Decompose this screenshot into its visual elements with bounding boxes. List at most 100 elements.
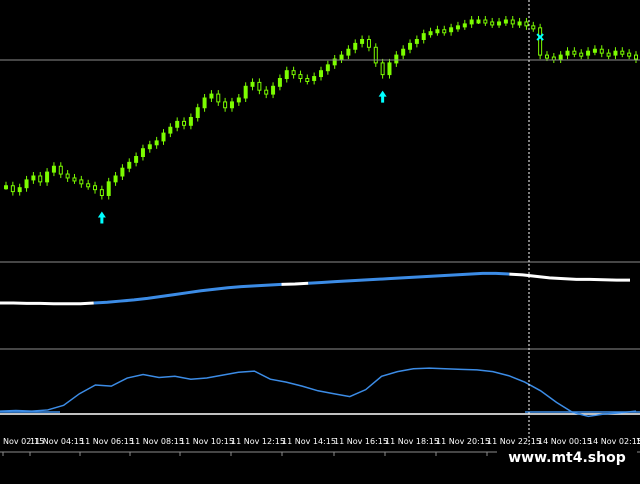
price-pane[interactable] bbox=[4, 16, 638, 200]
candle[interactable] bbox=[634, 54, 638, 60]
candle[interactable] bbox=[592, 48, 597, 53]
candle[interactable] bbox=[599, 48, 604, 54]
candle[interactable] bbox=[319, 70, 323, 78]
candle[interactable] bbox=[51, 165, 56, 173]
chart-canvas[interactable]: Nov 02:1511 Nov 04:1511 Nov 06:1511 Nov … bbox=[0, 0, 640, 480]
candle[interactable] bbox=[414, 39, 419, 44]
candle[interactable] bbox=[435, 29, 440, 34]
candle[interactable] bbox=[161, 132, 166, 142]
candle[interactable] bbox=[408, 42, 413, 50]
candle[interactable] bbox=[236, 97, 241, 103]
candle[interactable] bbox=[168, 126, 173, 134]
candle[interactable] bbox=[558, 54, 563, 60]
candle[interactable] bbox=[229, 101, 234, 109]
ma-line-white bbox=[281, 281, 309, 286]
candle[interactable] bbox=[264, 89, 269, 95]
candle[interactable] bbox=[188, 117, 193, 126]
candle[interactable] bbox=[147, 144, 152, 150]
candle[interactable] bbox=[544, 54, 549, 59]
candle[interactable] bbox=[462, 23, 467, 28]
indicator-pane-ma[interactable] bbox=[0, 271, 630, 306]
candle[interactable] bbox=[606, 52, 611, 57]
candle[interactable] bbox=[31, 175, 36, 181]
candle[interactable] bbox=[469, 19, 474, 25]
candle[interactable] bbox=[120, 167, 125, 177]
candle[interactable] bbox=[503, 19, 508, 24]
candle[interactable] bbox=[113, 175, 118, 183]
candle[interactable] bbox=[531, 25, 536, 30]
trading-chart[interactable]: Nov 02:15 11 Nov 04:15 11 Nov 06:15 11 Nov … bbox=[0, 0, 640, 480]
candle[interactable] bbox=[538, 27, 543, 56]
candle[interactable] bbox=[10, 185, 15, 193]
candle[interactable] bbox=[182, 120, 187, 126]
candle[interactable] bbox=[65, 173, 70, 179]
candle[interactable] bbox=[17, 187, 22, 193]
candle[interactable] bbox=[346, 48, 351, 56]
candle[interactable] bbox=[216, 93, 221, 103]
candle[interactable] bbox=[455, 25, 460, 30]
candle[interactable] bbox=[312, 76, 317, 81]
time-axis-label: 11 Nov 16:15 bbox=[334, 437, 388, 446]
candle[interactable] bbox=[497, 21, 502, 26]
candle[interactable] bbox=[175, 120, 180, 128]
candle[interactable] bbox=[106, 181, 111, 197]
candle[interactable] bbox=[223, 101, 228, 109]
candle[interactable] bbox=[572, 50, 577, 55]
candle[interactable] bbox=[257, 81, 262, 91]
candle[interactable] bbox=[305, 78, 310, 82]
candle[interactable] bbox=[490, 21, 495, 26]
candle[interactable] bbox=[127, 161, 132, 169]
candle[interactable] bbox=[209, 93, 214, 99]
candle[interactable] bbox=[154, 140, 159, 146]
candle[interactable] bbox=[271, 85, 276, 95]
candle[interactable] bbox=[4, 185, 8, 190]
candle[interactable] bbox=[483, 19, 488, 24]
candle[interactable] bbox=[195, 107, 200, 118]
candle[interactable] bbox=[620, 50, 625, 55]
candle[interactable] bbox=[387, 62, 392, 76]
candle[interactable] bbox=[524, 21, 529, 27]
candle[interactable] bbox=[565, 50, 570, 56]
candle[interactable] bbox=[24, 179, 29, 189]
candle[interactable] bbox=[99, 189, 104, 196]
candle[interactable] bbox=[298, 74, 303, 79]
time-axis-label: 11 Nov 04:15 bbox=[30, 437, 84, 446]
candle[interactable] bbox=[291, 70, 296, 76]
candle[interactable] bbox=[366, 39, 371, 48]
candle[interactable] bbox=[449, 27, 454, 33]
candle[interactable] bbox=[38, 175, 43, 183]
candle[interactable] bbox=[202, 97, 207, 109]
candle[interactable] bbox=[517, 21, 522, 26]
candle[interactable] bbox=[360, 39, 365, 44]
candle[interactable] bbox=[339, 54, 344, 60]
candle[interactable] bbox=[284, 70, 289, 79]
candle[interactable] bbox=[79, 179, 84, 185]
candle[interactable] bbox=[476, 19, 481, 24]
candle[interactable] bbox=[353, 42, 358, 50]
candle[interactable] bbox=[325, 64, 330, 72]
candle[interactable] bbox=[613, 50, 618, 56]
candle[interactable] bbox=[93, 185, 98, 191]
candle[interactable] bbox=[442, 29, 447, 34]
candle[interactable] bbox=[277, 78, 282, 87]
candle[interactable] bbox=[58, 165, 63, 175]
candle[interactable] bbox=[380, 62, 385, 76]
candle[interactable] bbox=[86, 183, 91, 188]
candle[interactable] bbox=[428, 31, 433, 36]
candle[interactable] bbox=[45, 171, 50, 183]
candle[interactable] bbox=[373, 46, 378, 64]
candle[interactable] bbox=[72, 177, 77, 182]
candle[interactable] bbox=[579, 52, 584, 57]
candle[interactable] bbox=[401, 48, 406, 56]
candle[interactable] bbox=[586, 50, 591, 56]
candle[interactable] bbox=[421, 33, 426, 41]
candle[interactable] bbox=[140, 148, 145, 157]
candle[interactable] bbox=[627, 52, 632, 57]
candle[interactable] bbox=[394, 54, 399, 64]
candle[interactable] bbox=[243, 85, 248, 99]
candle[interactable] bbox=[510, 19, 515, 25]
candle[interactable] bbox=[134, 156, 139, 163]
indicator-pane-oscillator[interactable] bbox=[0, 367, 640, 418]
candle[interactable] bbox=[250, 81, 255, 87]
ma-line-white bbox=[0, 301, 94, 306]
